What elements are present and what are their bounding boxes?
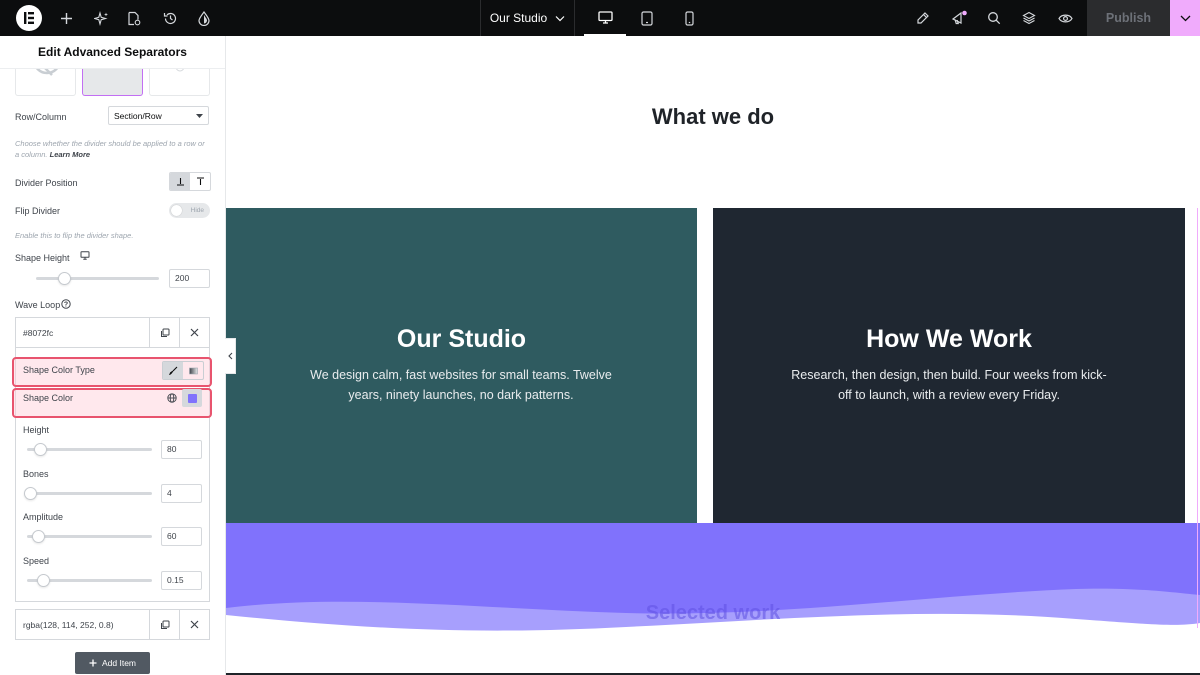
height-input[interactable]: 80 <box>161 440 202 459</box>
shape-color-type-label: Shape Color Type <box>23 365 95 375</box>
shape-tile-selected[interactable] <box>82 66 143 96</box>
search-icon[interactable] <box>982 0 1006 36</box>
page-title: Our Studio <box>489 11 548 25</box>
whats-new-icon[interactable] <box>947 0 971 36</box>
tablet-device-icon[interactable] <box>627 0 667 36</box>
plus-icon <box>89 659 97 667</box>
add-item-label: Add Item <box>101 658 137 668</box>
gradient-icon[interactable] <box>183 362 203 379</box>
svg-text:?: ? <box>64 302 68 309</box>
bones-input[interactable]: 4 <box>161 483 202 503</box>
height-label: Height <box>23 425 50 435</box>
card-text: We design calm, fast websites for small … <box>310 368 612 402</box>
card-text: Research, then design, then build. Four … <box>791 368 1107 402</box>
wave-loop-item-1[interactable]: #8072fc <box>15 317 210 348</box>
elementor-logo-icon[interactable] <box>16 5 42 31</box>
row-column-select[interactable]: Section/Row <box>108 106 209 125</box>
row-column-value: Section/Row <box>114 110 162 121</box>
brush-solid-icon[interactable] <box>163 362 183 379</box>
panel-title: Edit Advanced Separators <box>0 36 225 69</box>
divider-position-choices <box>169 172 211 191</box>
height-slider-handle[interactable] <box>34 443 47 456</box>
history-icon[interactable] <box>158 0 182 36</box>
amplitude-label: Amplitude <box>23 512 64 522</box>
publish-options-chevron-icon[interactable] <box>1170 0 1200 36</box>
help-icon[interactable]: ? <box>61 299 71 309</box>
wave-loop-item-1-title: #8072fc <box>23 327 54 338</box>
color-swatch[interactable] <box>182 389 202 407</box>
shape-color-type-choices <box>162 361 204 380</box>
wave-loop-item-2-title: rgba(128, 114, 252, 0.8) <box>23 619 114 630</box>
amplitude-slider-track[interactable] <box>27 535 152 538</box>
page-settings-icon[interactable] <box>122 0 146 36</box>
shape-color-controls <box>162 389 202 407</box>
chevron-down-icon <box>555 15 565 21</box>
mobile-device-icon[interactable] <box>669 0 709 36</box>
card-title: Our Studio <box>396 325 527 353</box>
bones-slider-track[interactable] <box>27 491 152 495</box>
collapse-panel-toggle[interactable] <box>225 338 236 374</box>
wave-loop-label: Wave Loop <box>15 300 61 310</box>
shape-height-input[interactable]: 200 <box>169 269 210 288</box>
caret-down-icon <box>196 113 203 118</box>
global-colors-icon[interactable] <box>162 389 182 407</box>
flip-divider-toggle-label: Hide <box>190 207 204 214</box>
divider-position-label: Divider Position <box>15 178 78 188</box>
desktop-responsive-icon[interactable] <box>80 251 90 260</box>
notes-icon[interactable] <box>911 0 935 36</box>
section-heading: What we do <box>651 104 775 129</box>
color-swatch-fill <box>187 393 197 403</box>
speed-slider-handle[interactable] <box>36 573 50 587</box>
bones-slider-handle[interactable] <box>24 486 37 500</box>
shape-tile-none[interactable] <box>15 60 76 96</box>
learn-more-link[interactable]: Learn More <box>50 150 90 159</box>
wave-loop-item-2[interactable]: rgba(128, 114, 252, 0.8) <box>15 609 210 640</box>
shape-color-label: Shape Color <box>23 393 74 403</box>
desktop-device-icon[interactable] <box>584 0 626 36</box>
flip-divider-note: Enable this to flip the divider shape. <box>15 231 134 240</box>
row-column-note-text: Choose whether the divider should be app… <box>15 139 205 159</box>
add-item-button[interactable]: Add Item <box>75 652 150 674</box>
page-title-dropdown[interactable]: Our Studio <box>480 0 575 36</box>
row-column-label: Row/Column <box>15 112 67 122</box>
structure-icon[interactable] <box>1017 0 1041 36</box>
preview-icon[interactable] <box>1053 0 1077 36</box>
card-our-studio[interactable]: Our Studio We design calm, fast websites… <box>226 208 697 523</box>
speed-label: Speed <box>23 555 50 566</box>
shape-height-slider-track[interactable] <box>36 277 159 280</box>
align-top-icon[interactable] <box>190 173 210 190</box>
card-how-we-work[interactable]: How We Work Research, then design, then … <box>713 208 1185 523</box>
bones-label: Bones <box>23 468 49 479</box>
duplicate-icon[interactable] <box>149 610 179 639</box>
remove-icon[interactable] <box>179 318 209 347</box>
align-bottom-icon[interactable] <box>170 173 190 190</box>
row-column-note: Choose whether the divider should be app… <box>15 138 210 160</box>
selection-outline <box>1197 208 1198 628</box>
flip-divider-toggle[interactable]: Hide <box>169 203 210 218</box>
duplicate-icon[interactable] <box>149 318 179 347</box>
next-section-heading: Selected work <box>645 602 781 624</box>
add-icon[interactable] <box>54 0 78 36</box>
wave-separator[interactable] <box>226 523 1200 675</box>
shape-tile-other[interactable] <box>149 66 210 96</box>
site-style-icon[interactable] <box>192 0 216 36</box>
remove-icon[interactable] <box>179 610 209 639</box>
chevron-left-icon <box>227 352 232 360</box>
shape-height-slider-handle[interactable] <box>57 272 71 285</box>
speed-input[interactable]: 0.15 <box>161 570 202 590</box>
publish-button[interactable]: Publish <box>1087 0 1170 36</box>
amplitude-slider-handle[interactable] <box>31 530 45 543</box>
amplitude-input[interactable]: 60 <box>161 527 202 546</box>
ai-sparkle-icon[interactable] <box>89 0 113 36</box>
top-bar: Our Studio Publish <box>0 0 1200 36</box>
shape-height-label: Shape Height <box>15 253 70 263</box>
flip-divider-label: Flip Divider <box>15 206 61 216</box>
editor-panel: Edit Advanced Separators Row/Column Sect… <box>0 36 226 675</box>
card-title: How We Work <box>866 325 1032 353</box>
